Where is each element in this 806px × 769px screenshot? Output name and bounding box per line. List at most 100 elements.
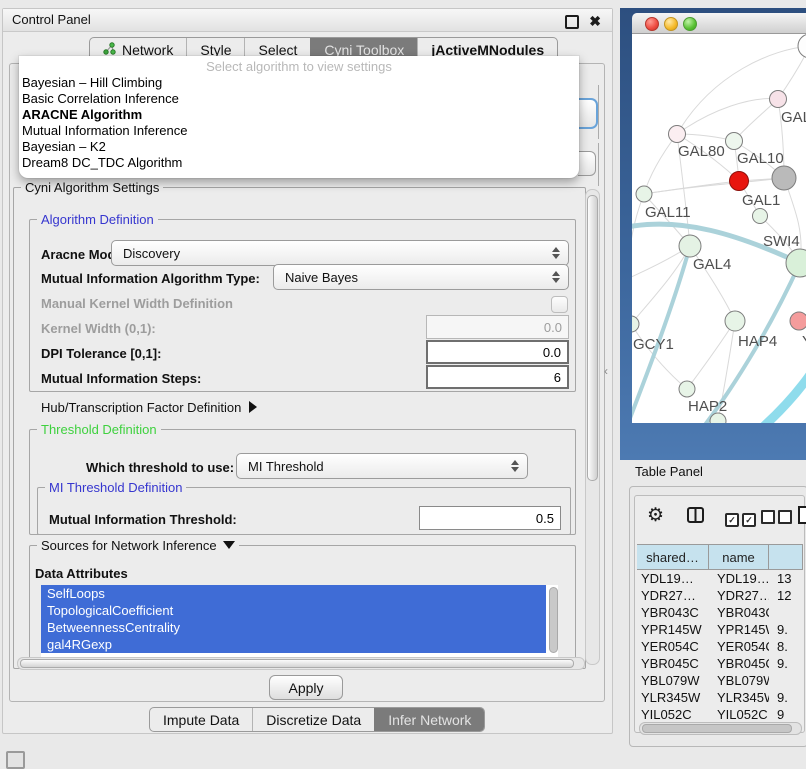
network-node-label: SWI4 bbox=[763, 233, 800, 250]
network-node-red-node[interactable] bbox=[730, 172, 749, 191]
table-cell: YPR145W bbox=[637, 621, 709, 638]
dpi-tolerance-input[interactable]: 0.0 bbox=[426, 340, 569, 364]
sources-title: Sources for Network Inference bbox=[37, 538, 239, 553]
table-row[interactable]: YER054CYER054C8. bbox=[637, 638, 803, 655]
expand-arrow-icon[interactable] bbox=[249, 401, 257, 413]
hub-transcription-section[interactable]: Hub/Transcription Factor Definition bbox=[41, 400, 257, 415]
gear-icon[interactable]: ⚙ bbox=[647, 504, 664, 527]
table-row[interactable]: YDL19…YDL19…13 bbox=[637, 570, 803, 587]
network-node-hub-gray-node[interactable] bbox=[772, 166, 796, 190]
table-cell: YLR345W bbox=[637, 689, 709, 706]
table-row[interactable]: YLR345WYLR345W9. bbox=[637, 689, 803, 706]
network-canvas[interactable]: GALGAL80GAL10GAL1GAL11SWI4GAL4GCY1HAP4YH… bbox=[632, 34, 806, 423]
table-column-header[interactable]: shared… bbox=[637, 545, 709, 569]
network-edge bbox=[644, 134, 677, 194]
mi-steps-label: Mutual Information Steps: bbox=[41, 371, 201, 386]
control-panel-titlebar: Control Panel bbox=[3, 9, 612, 32]
network-node-GAL4[interactable] bbox=[679, 235, 701, 257]
algorithm-option[interactable]: Bayesian – Hill Climbing bbox=[19, 75, 579, 91]
algorithm-definition-title: Algorithm Definition bbox=[37, 212, 158, 227]
mi-type-combo[interactable]: Naive Bayes bbox=[273, 264, 569, 290]
settings-horizontal-scrollbar-thumb[interactable] bbox=[20, 659, 574, 668]
table-row[interactable]: YBR043CYBR043C bbox=[637, 604, 803, 621]
deselect-all-checkboxes-icon[interactable] bbox=[761, 510, 795, 529]
table-cell: YDL19… bbox=[637, 570, 709, 587]
data-attributes-list[interactable]: SelfLoopsTopologicalCoefficientBetweenne… bbox=[41, 585, 558, 657]
mi-threshold-definition-title: MI Threshold Definition bbox=[45, 480, 186, 495]
collapse-arrow-icon[interactable] bbox=[223, 541, 235, 549]
table-column-header[interactable] bbox=[769, 545, 803, 569]
attributes-list-scrollbar[interactable] bbox=[549, 587, 558, 653]
table-horizontal-scrollbar[interactable] bbox=[639, 722, 802, 735]
data-attribute-item[interactable]: gal4RGexp bbox=[41, 636, 546, 653]
table-cell: YBL079W bbox=[637, 672, 709, 689]
table-cell: 8. bbox=[769, 638, 803, 655]
network-node-SWI4[interactable] bbox=[786, 249, 806, 277]
settings-horizontal-scrollbar[interactable] bbox=[17, 657, 585, 670]
network-node-GAL10[interactable] bbox=[726, 133, 743, 150]
close-icon[interactable]: ✖ bbox=[589, 10, 601, 32]
zoom-traffic-light[interactable] bbox=[683, 17, 697, 31]
minimize-traffic-light[interactable] bbox=[664, 17, 678, 31]
kernel-width-label: Kernel Width (0,1): bbox=[41, 321, 156, 336]
panel-divider-arrow[interactable]: ‹ bbox=[604, 364, 608, 378]
table-cell: YIL052C bbox=[709, 706, 769, 719]
table-row[interactable]: YBL079WYBL079W bbox=[637, 672, 803, 689]
table-cell: 12 bbox=[769, 587, 803, 604]
table-cell: 9. bbox=[769, 621, 803, 638]
apply-button[interactable]: Apply bbox=[269, 675, 343, 700]
data-attribute-item[interactable]: TopologicalCoefficient bbox=[41, 602, 546, 619]
table-row[interactable]: YIL052CYIL052C9 bbox=[637, 706, 803, 719]
settings-vertical-scrollbar[interactable] bbox=[585, 189, 600, 665]
float-window-icon[interactable] bbox=[565, 15, 579, 29]
algorithm-option[interactable]: Bayesian – K2 bbox=[19, 139, 579, 155]
file-export-icon[interactable] bbox=[798, 506, 806, 529]
table-panel-inner: ⚙ ✓✓ shared…name YDL19…YDL19…13YDR27…YDR… bbox=[634, 495, 805, 733]
network-node-HAP4[interactable] bbox=[725, 311, 745, 331]
network-window-titlebar[interactable] bbox=[632, 13, 806, 34]
data-attribute-item[interactable]: SelfLoops bbox=[41, 585, 546, 602]
table-row[interactable]: YBR045CYBR045C9. bbox=[637, 655, 803, 672]
collapsed-panel-icon[interactable] bbox=[6, 751, 25, 769]
network-node-y-truncated[interactable] bbox=[790, 312, 806, 330]
stepper-icon bbox=[552, 271, 560, 283]
network-node-HAP2[interactable] bbox=[679, 381, 695, 397]
network-node-GCY1[interactable] bbox=[632, 316, 639, 332]
tab-infer-network[interactable]: Infer Network bbox=[374, 708, 484, 731]
mi-steps-input[interactable]: 6 bbox=[426, 365, 569, 389]
tab-discretize-data[interactable]: Discretize Data bbox=[252, 708, 374, 731]
table-cell bbox=[769, 604, 803, 621]
manual-kernel-checkbox[interactable] bbox=[551, 296, 568, 313]
algorithm-option[interactable]: Dream8 DC_TDC Algorithm bbox=[19, 155, 579, 171]
algorithm-dropdown-popup: Select algorithm to view settings Bayesi… bbox=[19, 56, 579, 178]
algorithm-option[interactable]: Basic Correlation Inference bbox=[19, 91, 579, 107]
table-header-row: shared…name bbox=[637, 545, 803, 570]
data-attributes-label: Data Attributes bbox=[35, 566, 128, 581]
table-panel: ⚙ ✓✓ shared…name YDL19…YDL19…13YDR27…YDR… bbox=[629, 486, 806, 747]
apply-button-label: Apply bbox=[288, 680, 323, 696]
inference-algorithm-combo-fragment[interactable] bbox=[578, 98, 598, 129]
manual-kernel-label: Manual Kernel Width Definition bbox=[41, 296, 233, 311]
table-row[interactable]: YDR27…YDR27…12 bbox=[637, 587, 803, 604]
which-threshold-combo[interactable]: MI Threshold bbox=[236, 453, 528, 479]
network-node-GAL1[interactable] bbox=[753, 209, 768, 224]
tab-impute-data[interactable]: Impute Data bbox=[150, 708, 252, 731]
aracne-mode-combo[interactable]: Discovery bbox=[111, 240, 569, 266]
network-node-corner-node[interactable] bbox=[798, 34, 806, 58]
algorithm-option[interactable]: ARACNE Algorithm bbox=[19, 107, 579, 123]
select-all-checkboxes-icon[interactable]: ✓✓ bbox=[725, 510, 759, 528]
close-traffic-light[interactable] bbox=[645, 17, 659, 31]
settings-vertical-scrollbar-thumb[interactable] bbox=[587, 195, 598, 481]
network-node-gal-truncated[interactable] bbox=[770, 91, 787, 108]
network-node-GAL80[interactable] bbox=[669, 126, 686, 143]
algorithm-option[interactable]: Mutual Information Inference bbox=[19, 123, 579, 139]
table-horizontal-scrollbar-thumb[interactable] bbox=[642, 724, 792, 733]
network-graph: GALGAL80GAL10GAL1GAL11SWI4GAL4GCY1HAP4YH… bbox=[632, 34, 806, 423]
table-row[interactable]: YPR145WYPR145W9. bbox=[637, 621, 803, 638]
table-column-header[interactable]: name bbox=[709, 545, 769, 569]
column-layout-icon[interactable] bbox=[687, 507, 704, 528]
mi-threshold-input[interactable]: 0.5 bbox=[419, 506, 561, 530]
network-node-GAL11[interactable] bbox=[636, 186, 652, 202]
data-attribute-item[interactable]: BetweennessCentrality bbox=[41, 619, 546, 636]
network-node-label: GAL80 bbox=[678, 143, 725, 160]
